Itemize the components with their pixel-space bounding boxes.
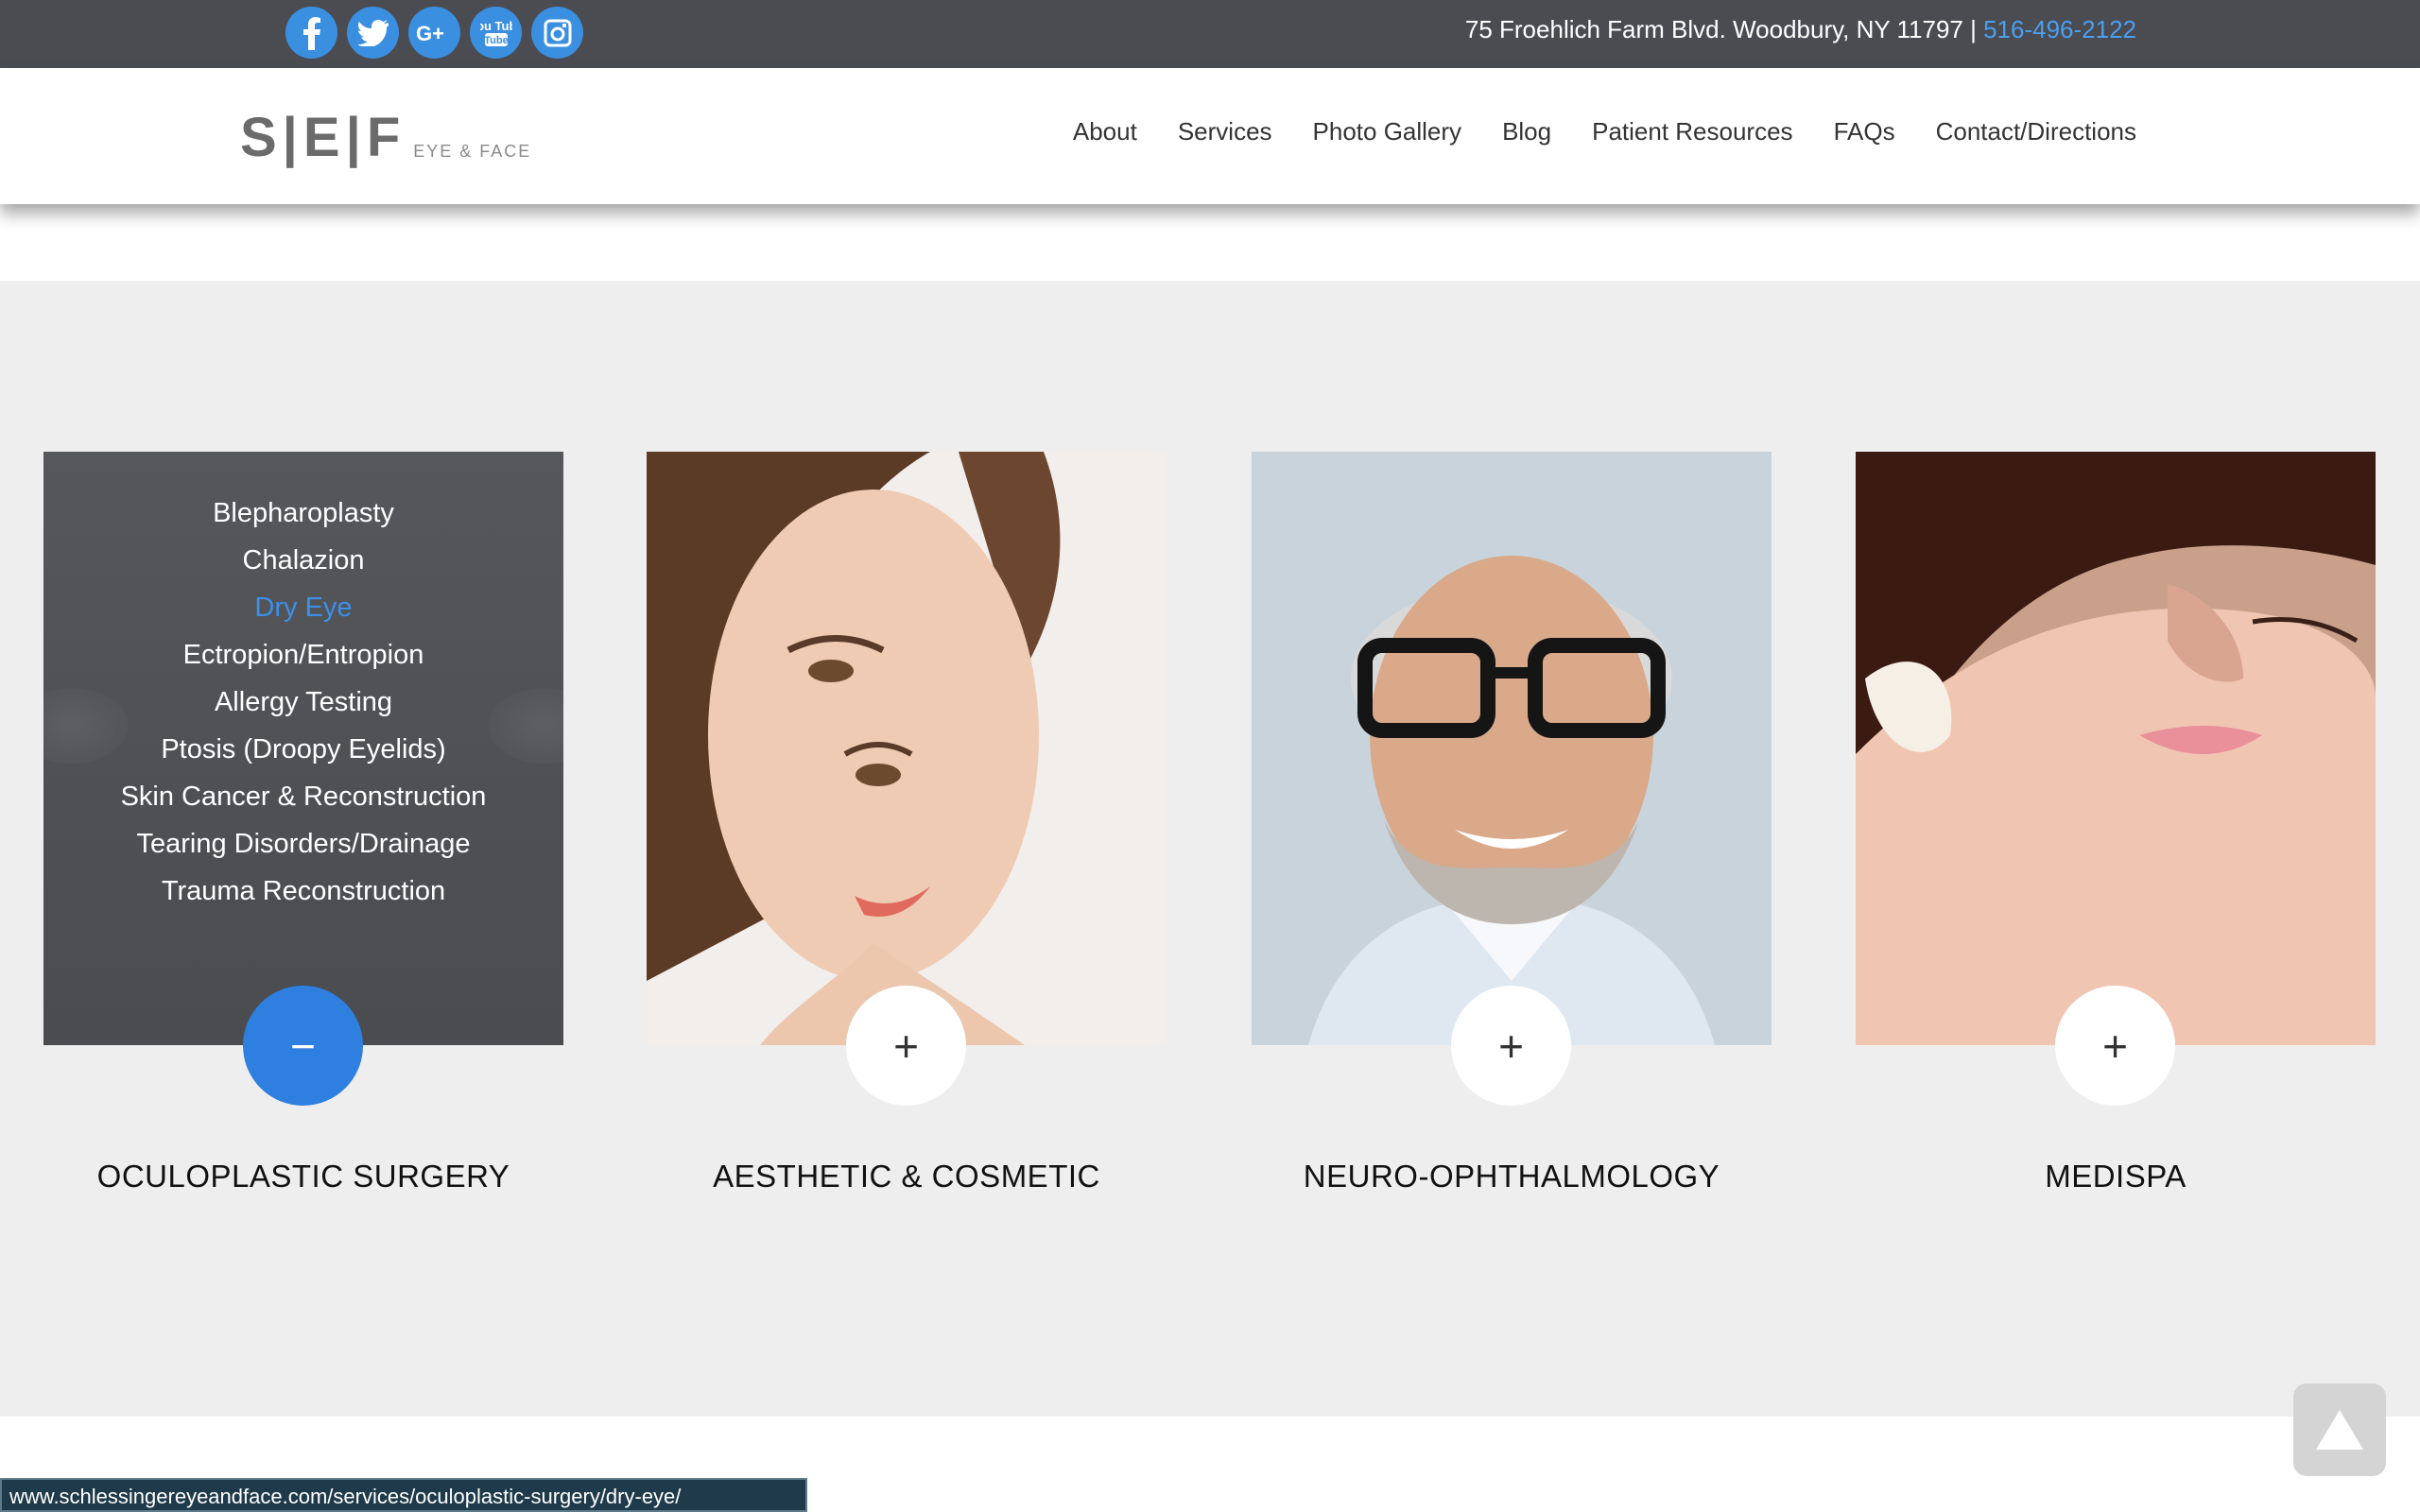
nav-photo-gallery[interactable]: Photo Gallery	[1313, 117, 1462, 146]
facebook-icon[interactable]	[285, 7, 337, 59]
service-card-neuro: + NEURO-OPHTHALMOLOGY	[1252, 452, 1772, 1194]
card-title[interactable]: AESTHETIC & COSMETIC	[609, 1159, 1204, 1194]
site-logo[interactable]: S|E|F EYE & FACE	[240, 111, 531, 165]
address-text: 75 Froehlich Farm Blvd. Woodbury, NY 117…	[1464, 15, 1984, 43]
menu-item-tearing-disorders[interactable]: Tearing Disorders/Drainage	[43, 820, 563, 868]
menu-item-chalazion[interactable]: Chalazion	[43, 537, 563, 584]
svg-text:G+: G+	[416, 22, 444, 45]
arrow-up-icon	[2316, 1410, 2363, 1450]
nav-services[interactable]: Services	[1178, 117, 1272, 146]
nav-faqs[interactable]: FAQs	[1834, 117, 1895, 146]
menu-item-blepharoplasty[interactable]: Blepharoplasty	[43, 490, 563, 537]
service-card-medispa: + MEDISPA	[1856, 452, 2376, 1194]
site-header: S|E|F EYE & FACE About Services Photo Ga…	[0, 68, 2420, 204]
social-links: G+ You Tube Tube	[285, 7, 583, 59]
card-title[interactable]: MEDISPA	[1818, 1159, 2413, 1194]
top-bar: G+ You Tube Tube 75 Froehlich Farm Blvd. …	[0, 0, 2420, 68]
instagram-icon[interactable]	[531, 7, 583, 59]
facial-treatment-image[interactable]	[1856, 452, 2376, 1045]
main-nav: About Services Photo Gallery Blog Patien…	[1073, 117, 2136, 146]
nav-blog[interactable]: Blog	[1502, 117, 1551, 146]
service-card-aesthetic: + AESTHETIC & COSMETIC	[647, 452, 1167, 1194]
nav-patient-resources[interactable]: Patient Resources	[1592, 117, 1792, 146]
scroll-to-top-button[interactable]	[2293, 1383, 2386, 1476]
logo-subtitle: EYE & FACE	[413, 142, 532, 161]
expand-button[interactable]: +	[2055, 986, 2175, 1106]
nav-about[interactable]: About	[1073, 117, 1137, 146]
svg-text:Tube: Tube	[484, 35, 508, 46]
menu-item-ectropion-entropion[interactable]: Ectropion/Entropion	[43, 631, 563, 679]
logo-mark: S|E|F	[240, 107, 406, 168]
expand-button[interactable]: +	[1451, 986, 1571, 1106]
card-photo: Blepharoplasty Chalazion Dry Eye Ectropi…	[43, 452, 563, 1045]
menu-item-trauma-reconstruction[interactable]: Trauma Reconstruction	[43, 868, 563, 915]
service-card-oculoplastic: Blepharoplasty Chalazion Dry Eye Ectropi…	[43, 452, 563, 1194]
twitter-icon[interactable]	[347, 7, 399, 59]
woman-portrait-image[interactable]	[647, 452, 1167, 1045]
card-title[interactable]: OCULOPLASTIC SURGERY	[6, 1159, 601, 1194]
svg-text:You Tube: You Tube	[480, 19, 512, 33]
contact-info: 75 Froehlich Farm Blvd. Woodbury, NY 117…	[1465, 15, 2136, 44]
menu-item-dry-eye[interactable]: Dry Eye	[43, 584, 563, 631]
menu-item-ptosis[interactable]: Ptosis (Droopy Eyelids)	[43, 726, 563, 773]
collapse-button[interactable]: −	[243, 986, 363, 1106]
menu-item-allergy-testing[interactable]: Allergy Testing	[43, 679, 563, 726]
youtube-icon[interactable]: You Tube Tube	[470, 7, 522, 59]
google-plus-icon[interactable]: G+	[408, 7, 460, 59]
card-title[interactable]: NEURO-OPHTHALMOLOGY	[1214, 1159, 1809, 1194]
oculoplastic-menu: Blepharoplasty Chalazion Dry Eye Ectropi…	[43, 490, 563, 915]
menu-item-skin-cancer[interactable]: Skin Cancer & Reconstruction	[43, 773, 563, 820]
expand-button[interactable]: +	[846, 986, 966, 1106]
man-portrait-image[interactable]	[1252, 452, 1772, 1045]
nav-contact-directions[interactable]: Contact/Directions	[1936, 117, 2136, 146]
browser-status-bar: www.schlessingereyeandface.com/services/…	[0, 1478, 807, 1512]
phone-link[interactable]: 516-496-2122	[1983, 15, 2136, 43]
